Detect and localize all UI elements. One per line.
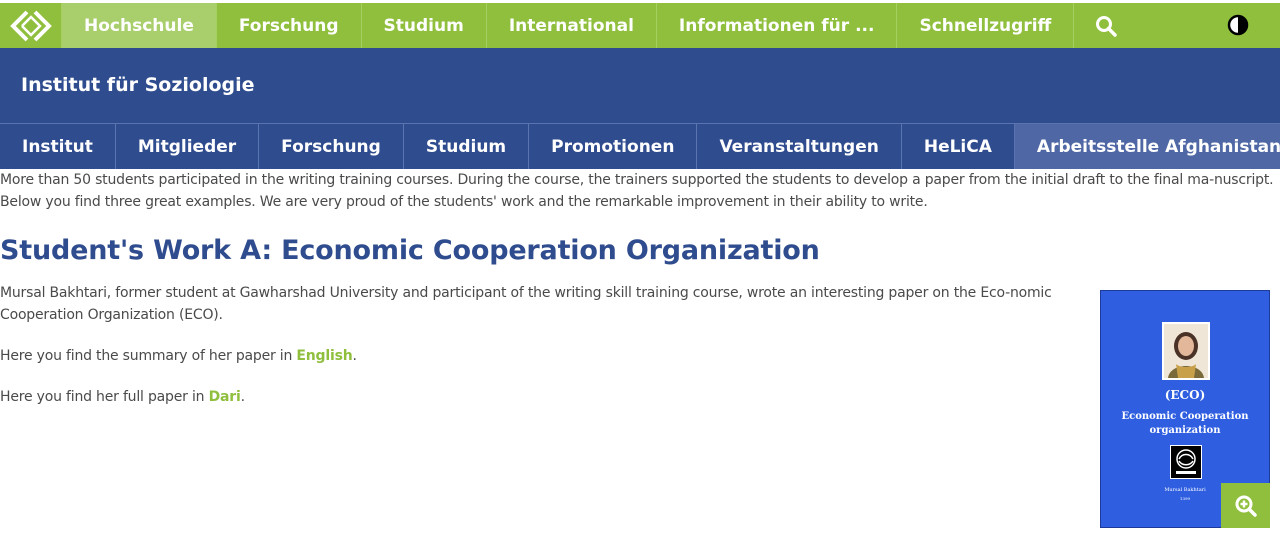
topnav-hochschule[interactable]: Hochschule xyxy=(62,3,217,48)
author-portrait xyxy=(1162,322,1210,380)
contrast-icon xyxy=(1227,14,1249,36)
university-logo[interactable] xyxy=(0,3,62,48)
subnav-promotionen[interactable]: Promotionen xyxy=(529,124,698,169)
full-paper-text: Here you find her full paper in xyxy=(0,389,209,405)
subnav-helica[interactable]: HeLiCA xyxy=(902,124,1015,169)
full-paper-paragraph: Here you find her full paper in Dari. xyxy=(0,386,245,408)
topnav-international[interactable]: International xyxy=(487,3,657,48)
summary-paragraph: Here you find the summary of her paper i… xyxy=(0,345,357,367)
top-navigation: Hochschule Forschung Studium Internation… xyxy=(0,0,1280,48)
subnav-veranstaltungen[interactable]: Veranstaltungen xyxy=(697,124,902,169)
topnav-studium[interactable]: Studium xyxy=(362,3,487,48)
zoom-image-button[interactable] xyxy=(1221,483,1270,528)
intro-paragraph: More than 50 students participated in th… xyxy=(0,172,1274,210)
subnav-institut[interactable]: Institut xyxy=(0,124,116,169)
zoom-in-icon xyxy=(1235,495,1257,517)
topnav-informationen-fuer[interactable]: Informationen für ... xyxy=(657,3,898,48)
topnav-schnellzugriff[interactable]: Schnellzugriff xyxy=(897,3,1075,48)
diamond-chevrons-logo-icon xyxy=(9,10,52,41)
full-paper-period: . xyxy=(240,389,245,405)
institute-navigation: Institut Mitglieder Forschung Studium Pr… xyxy=(0,123,1280,169)
author-paragraph: Mursal Bakhtari, former student at Gawha… xyxy=(0,285,1052,323)
english-link[interactable]: English xyxy=(296,348,352,364)
cover-title-line3: organization xyxy=(1149,425,1221,436)
topnav-forschung[interactable]: Forschung xyxy=(217,3,362,48)
summary-text: Here you find the summary of her paper i… xyxy=(0,348,297,364)
main-menu: Hochschule Forschung Studium Internation… xyxy=(62,3,1075,48)
search-button[interactable] xyxy=(1074,3,1138,48)
institute-title[interactable]: Institut für Soziologie xyxy=(21,74,255,96)
cover-title: Economic Cooperation organization xyxy=(1101,410,1269,438)
subnav-mitglieder[interactable]: Mitglieder xyxy=(116,124,260,169)
search-icon xyxy=(1096,15,1118,37)
main-content: More than 50 students participated in th… xyxy=(0,169,1280,405)
summary-period: . xyxy=(352,348,357,364)
institute-header: Institut für Soziologie xyxy=(0,48,1280,123)
subnav-studium[interactable]: Studium xyxy=(404,124,530,169)
contrast-toggle-button[interactable] xyxy=(1226,13,1250,37)
dari-link[interactable]: Dari xyxy=(209,389,241,405)
cover-title-line2: Economic Cooperation xyxy=(1121,411,1249,422)
section-heading: Student's Work A: Economic Cooperation O… xyxy=(0,235,820,266)
subnav-arbeitsstelle-afghanistan[interactable]: Arbeitsstelle Afghanistan xyxy=(1014,124,1280,169)
subnav-forschung[interactable]: Forschung xyxy=(259,124,404,169)
cover-title-line1: (ECO) xyxy=(1164,388,1206,402)
eco-emblem-icon xyxy=(1170,445,1202,479)
